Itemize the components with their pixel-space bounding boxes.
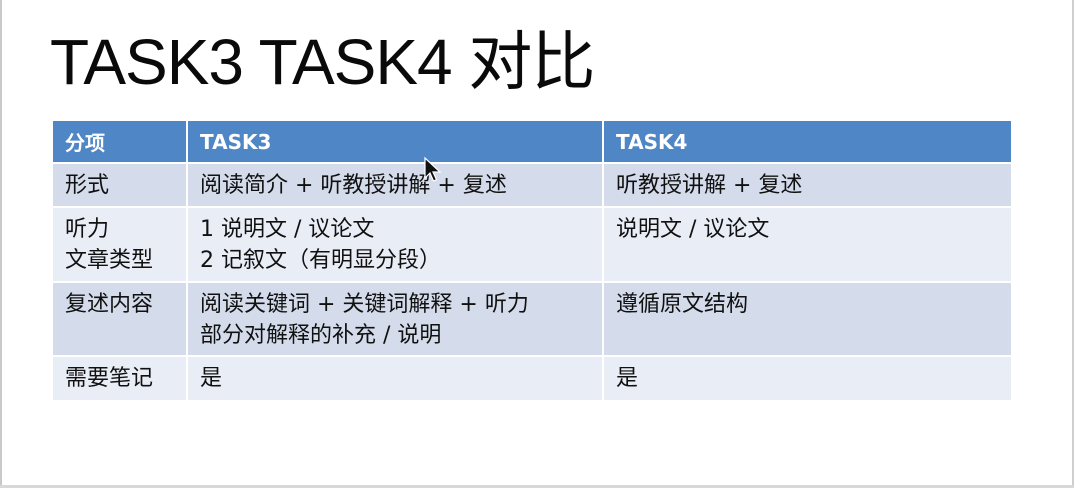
cell-item: 听力 文章类型 xyxy=(53,206,188,282)
cell-line: 阅读关键词 + 关键词解释 + 听力 xyxy=(200,292,529,317)
table-row-format: 形式 阅读简介 + 听教授讲解 + 复述 听教授讲解 + 复述 xyxy=(53,162,1011,207)
cell-task3: 阅读简介 + 听教授讲解 + 复述 xyxy=(187,162,604,207)
cell-item: 需要笔记 xyxy=(53,355,188,400)
cell-item: 复述内容 xyxy=(53,281,188,356)
slide-title: TASK3 TASK4 对比 xyxy=(50,26,595,98)
cell-line: 需要笔记 xyxy=(65,366,154,391)
cell-line: 说明文 / 议论文 xyxy=(616,217,770,242)
cell-line: 形式 xyxy=(65,173,110,198)
cell-line: 是 xyxy=(616,366,639,391)
mouse-pointer-icon xyxy=(424,156,442,182)
cell-line: 是 xyxy=(200,366,223,391)
cell-task3: 1 说明文 / 议论文 2 记叙文（有明显分段） xyxy=(187,206,604,282)
cell-line: 1 说明文 / 议论文 xyxy=(200,217,375,242)
cell-line: 听力 xyxy=(65,217,110,242)
cell-line: 阅读简介 + 听教授讲解 + 复述 xyxy=(200,173,507,198)
cell-task3: 是 xyxy=(187,355,604,400)
cell-line: 2 记叙文（有明显分段） xyxy=(200,248,441,273)
cell-line: 复述内容 xyxy=(65,292,154,317)
header-item: 分项 xyxy=(53,121,188,163)
table-header-row: 分项 TASK3 TASK4 xyxy=(53,121,1011,163)
cell-item: 形式 xyxy=(53,162,188,207)
cell-line: 部分对解释的补充 / 说明 xyxy=(200,323,442,348)
cell-task4: 听教授讲解 + 复述 xyxy=(603,162,1011,207)
table-row-article-type: 听力 文章类型 1 说明文 / 议论文 2 记叙文（有明显分段） 说明文 / 议… xyxy=(53,206,1011,282)
slide-frame-left xyxy=(0,0,2,488)
cell-line: 遵循原文结构 xyxy=(616,292,749,317)
cell-task4: 遵循原文结构 xyxy=(603,281,1011,356)
cell-task4: 说明文 / 议论文 xyxy=(603,206,1011,282)
table-row-retell-content: 复述内容 阅读关键词 + 关键词解释 + 听力 部分对解释的补充 / 说明 遵循… xyxy=(53,281,1011,356)
cell-line: 文章类型 xyxy=(65,248,154,273)
comparison-table: 分项 TASK3 TASK4 形式 阅读简介 + 听教授讲解 + 复述 听教授讲… xyxy=(53,121,1011,400)
table-row-notes: 需要笔记 是 是 xyxy=(53,355,1011,400)
cell-task4: 是 xyxy=(603,355,1011,400)
cell-task3: 阅读关键词 + 关键词解释 + 听力 部分对解释的补充 / 说明 xyxy=(187,281,604,356)
header-task4: TASK4 xyxy=(603,121,1011,163)
header-task3: TASK3 xyxy=(187,121,604,163)
cell-line: 听教授讲解 + 复述 xyxy=(616,173,803,198)
